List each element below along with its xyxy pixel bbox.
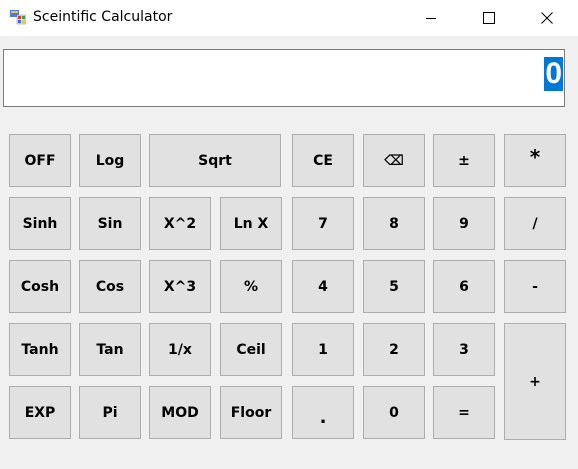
digit-5-button[interactable]: 5 bbox=[363, 260, 425, 313]
sin-button[interactable]: Sin bbox=[79, 197, 141, 250]
pi-button[interactable]: Pi bbox=[79, 386, 141, 439]
digit-0-button[interactable]: 0 bbox=[363, 386, 425, 439]
digit-3-button[interactable]: 3 bbox=[433, 323, 495, 376]
reciprocal-button[interactable]: 1/x bbox=[149, 323, 211, 376]
sinh-button[interactable]: Sinh bbox=[9, 197, 71, 250]
plus-minus-button[interactable]: ± bbox=[433, 134, 495, 187]
maximize-icon bbox=[483, 12, 495, 24]
backspace-button[interactable]: ⌫ bbox=[363, 134, 425, 187]
off-button[interactable]: OFF bbox=[9, 134, 71, 187]
ln-x-button[interactable]: Ln X bbox=[220, 197, 282, 250]
window-title: Sceintific Calculator bbox=[33, 9, 173, 25]
calculator-body: 0 OFF Log Sqrt CE ⌫ ± * Sinh Sin X^2 Ln … bbox=[0, 36, 578, 469]
digit-2-button[interactable]: 2 bbox=[363, 323, 425, 376]
digit-1-button[interactable]: 1 bbox=[292, 323, 354, 376]
tanh-button[interactable]: Tanh bbox=[9, 323, 71, 376]
x-cubed-button[interactable]: X^3 bbox=[149, 260, 211, 313]
calculator-app-icon bbox=[10, 10, 26, 25]
digit-4-button[interactable]: 4 bbox=[292, 260, 354, 313]
x-squared-button[interactable]: X^2 bbox=[149, 197, 211, 250]
exp-button[interactable]: EXP bbox=[9, 386, 71, 439]
close-button[interactable] bbox=[518, 0, 576, 36]
divide-button[interactable]: / bbox=[504, 197, 566, 250]
display-field[interactable]: 0 bbox=[3, 49, 565, 107]
minimize-button[interactable] bbox=[402, 0, 460, 36]
cos-button[interactable]: Cos bbox=[79, 260, 141, 313]
digit-6-button[interactable]: 6 bbox=[433, 260, 495, 313]
percent-button[interactable]: % bbox=[220, 260, 282, 313]
maximize-button[interactable] bbox=[460, 0, 518, 36]
floor-button[interactable]: Floor bbox=[220, 386, 282, 439]
mod-button[interactable]: MOD bbox=[149, 386, 211, 439]
minus-button[interactable]: - bbox=[504, 260, 566, 313]
tan-button[interactable]: Tan bbox=[79, 323, 141, 376]
digit-9-button[interactable]: 9 bbox=[433, 197, 495, 250]
sqrt-button[interactable]: Sqrt bbox=[149, 134, 281, 187]
cosh-button[interactable]: Cosh bbox=[9, 260, 71, 313]
log-button[interactable]: Log bbox=[79, 134, 141, 187]
display-value: 0 bbox=[544, 57, 563, 91]
close-icon bbox=[541, 12, 553, 24]
ceil-button[interactable]: Ceil bbox=[220, 323, 282, 376]
equals-button[interactable]: = bbox=[433, 386, 495, 439]
minimize-icon bbox=[426, 18, 436, 19]
title-bar: Sceintific Calculator bbox=[0, 0, 578, 36]
digit-8-button[interactable]: 8 bbox=[363, 197, 425, 250]
decimal-button[interactable]: . bbox=[292, 386, 354, 439]
clear-entry-button[interactable]: CE bbox=[292, 134, 354, 187]
plus-button[interactable]: + bbox=[504, 323, 566, 440]
multiply-button[interactable]: * bbox=[504, 134, 566, 187]
digit-7-button[interactable]: 7 bbox=[292, 197, 354, 250]
